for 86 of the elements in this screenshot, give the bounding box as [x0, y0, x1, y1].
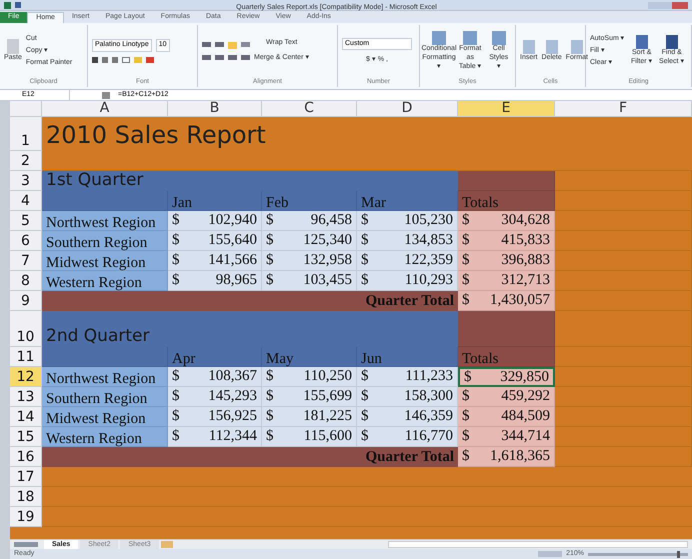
table-cell-text: $ 103,455 — [265, 271, 353, 290]
row-header[interactable]: 13 — [10, 387, 42, 407]
table-cell-text: $ 112,344 — [171, 427, 258, 446]
column-header[interactable]: F — [555, 101, 692, 116]
row-header[interactable]: 15 — [10, 427, 42, 447]
column-heading: Feb — [265, 195, 288, 211]
table-cell[interactable]: $ 396,883 — [458, 251, 555, 271]
row-header[interactable]: 1 — [10, 117, 42, 151]
table-cell-text: $ 145,293 — [171, 387, 258, 406]
column-header[interactable]: B — [168, 101, 262, 116]
table-cell-text: $ 155,640 — [171, 231, 258, 250]
row-header[interactable]: 11 — [10, 347, 42, 367]
row-header[interactable]: 7 — [10, 251, 42, 271]
table-cell[interactable]: $ 344,714 — [458, 427, 555, 447]
table-cell-text: Western Region — [45, 275, 142, 291]
table-cell-text: $ 181,225 — [265, 407, 353, 426]
section-heading: 1st Quarter — [46, 170, 144, 191]
section-heading: 2nd Quarter — [46, 326, 150, 347]
quarter-total-label: Quarter Total — [366, 448, 454, 467]
new-sheet-button[interactable] — [160, 541, 173, 548]
table-cell-text: $ 102,940 — [171, 211, 258, 230]
zoom-slider-thumb[interactable] — [677, 550, 680, 558]
minimize-button[interactable] — [648, 2, 660, 8]
table-cell-text: Northwest Region — [45, 215, 156, 231]
column-heading: Mar — [360, 195, 386, 211]
table-cell-text: $ 110,250 — [265, 367, 353, 386]
table-cell[interactable]: $ 329,850 — [458, 367, 555, 387]
table-cell-text: Northwest Region — [45, 371, 156, 387]
maximize-button[interactable] — [660, 2, 672, 8]
column-heading: Totals — [461, 195, 498, 211]
table-cell[interactable]: $ 312,713 — [458, 271, 555, 291]
row-header[interactable]: 2 — [10, 151, 42, 171]
column-header[interactable]: C — [262, 101, 357, 116]
table-cell-text: $ 146,359 — [360, 407, 454, 426]
table-cell-text: Western Region — [45, 431, 142, 447]
row-header[interactable]: 9 — [10, 291, 42, 311]
column-heading: Jan — [171, 195, 192, 211]
row-header[interactable]: 17 — [10, 467, 42, 487]
table-cell-text: $ 1,618,365 — [461, 447, 551, 466]
table-cell-text: $ 98,965 — [171, 271, 258, 290]
quarter-total-label: Quarter Total — [366, 292, 454, 311]
table-cell-text: Southern Region — [45, 391, 148, 407]
row-header[interactable]: 16 — [10, 447, 42, 467]
table-cell-text: $ 155,699 — [265, 387, 353, 406]
table-cell-text: $ 115,600 — [265, 427, 353, 446]
table-cell-text: $ 108,367 — [171, 367, 258, 386]
row-header[interactable]: 8 — [10, 271, 42, 291]
table-cell-text: $ 96,458 — [265, 211, 353, 230]
table-cell-text: $ 111,233 — [360, 367, 454, 386]
column-heading: Jun — [360, 351, 382, 367]
table-cell-text: $ 134,853 — [360, 231, 454, 250]
sheet-title: 2010 Sales Report — [46, 123, 266, 147]
close-button[interactable] — [672, 2, 688, 8]
column-header[interactable]: A — [42, 101, 168, 116]
row-header[interactable]: 5 — [10, 211, 42, 231]
column-heading: Apr — [171, 351, 196, 367]
table-cell[interactable]: $ 304,628 — [458, 211, 555, 231]
table-cell[interactable]: $ 484,509 — [458, 407, 555, 427]
table-cell-text: $ 105,230 — [360, 211, 454, 230]
row-header[interactable]: 4 — [10, 191, 42, 211]
row-header[interactable]: 6 — [10, 231, 42, 251]
table-cell-text: $ 158,300 — [360, 387, 454, 406]
table-cell-text: $ 141,566 — [171, 251, 258, 270]
horizontal-scrollbar[interactable] — [388, 541, 688, 548]
column-header[interactable]: E — [458, 101, 555, 116]
table-cell-text: Southern Region — [45, 235, 148, 251]
table-cell-text: $ 110,293 — [360, 271, 454, 290]
borders-icon — [122, 56, 130, 63]
table-cell-text: Midwest Region — [45, 255, 146, 271]
row-header[interactable]: 19 — [10, 507, 42, 527]
row-header[interactable]: 12 — [10, 367, 42, 387]
table-cell-text: $ 122,359 — [360, 251, 454, 270]
table-cell[interactable]: $ 415,833 — [458, 231, 555, 251]
row-header[interactable]: 14 — [10, 407, 42, 427]
table-cell-text: $ 1,430,057 — [461, 291, 551, 310]
column-heading: May — [265, 351, 294, 367]
table-cell-text: Midwest Region — [45, 411, 146, 427]
column-heading: Totals — [461, 351, 498, 367]
table-cell-text: $ 116,770 — [360, 427, 454, 446]
table-cell-text: $ 125,340 — [265, 231, 353, 250]
row-header[interactable]: 3 — [10, 171, 42, 191]
row-header[interactable]: 18 — [10, 487, 42, 507]
table-cell-text: $ 132,958 — [265, 251, 353, 270]
row-header[interactable]: 10 — [10, 311, 42, 347]
table-cell[interactable]: $ 459,292 — [458, 387, 555, 407]
table-cell-text: $ 156,925 — [171, 407, 258, 426]
